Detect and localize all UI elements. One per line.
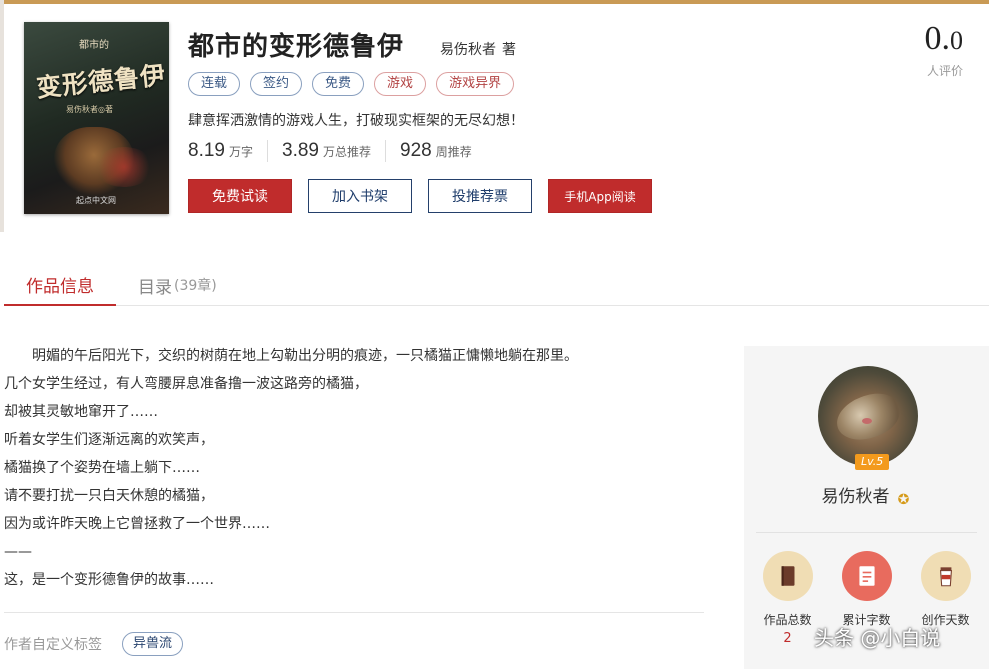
cat-image xyxy=(830,386,906,448)
cover-publisher-text: 起点中文网 xyxy=(76,196,116,205)
book-tags: 连载 签约 免费 游戏 游戏异界 xyxy=(188,72,515,96)
intro-line: 几个女学生经过，有人弯腰屏息准备撸一波这路旁的橘猫， xyxy=(4,376,368,392)
tab-catalog-label: 目录 xyxy=(138,277,172,298)
intro-line: —— xyxy=(4,544,32,560)
tag-game[interactable]: 游戏 xyxy=(374,72,427,96)
tab-catalog-count: (39章) xyxy=(174,278,217,294)
tab-catalog[interactable]: 目录 (39章) xyxy=(116,264,239,306)
stat-weekly-recommend: 928 周推荐 xyxy=(400,140,486,162)
author-suffix: 著 xyxy=(502,42,516,58)
cat-nose xyxy=(862,418,872,424)
book-title: 都市的变形德鲁伊 xyxy=(188,32,405,62)
app-read-button[interactable]: 手机App阅读 xyxy=(548,179,652,213)
document-icon xyxy=(841,551,892,601)
free-read-button[interactable]: 免费试读 xyxy=(188,179,292,213)
intro-line: 却被其灵敏地窜开了…… xyxy=(4,404,158,420)
intro-line: 因为或许昨天晚上它曾拯救了一个世界…… xyxy=(4,516,270,532)
stat-value: 8.19 xyxy=(188,140,225,161)
intro-line: 请不要打扰一只白天休憩的橘猫， xyxy=(4,488,214,504)
rating-block[interactable]: 0.0 人评价 xyxy=(925,20,964,79)
action-buttons: 免费试读 加入书架 投推荐票 手机App阅读 xyxy=(188,179,652,213)
top-accent-strip xyxy=(0,0,989,4)
star-badge-icon: ✪ xyxy=(897,492,910,508)
intro-line: 听着女学生们逐渐远离的欢笑声， xyxy=(4,432,214,448)
cover-top-text: 都市的 xyxy=(79,40,109,51)
book-icon xyxy=(762,551,813,601)
intro-line: 明媚的午后阳光下，交织的树荫在地上勾勒出分明的痕迹，一只橘猫正慵懒地躺在那里。 xyxy=(32,348,578,364)
rating-label: 人评价 xyxy=(926,64,963,78)
author-stat-value: 2 xyxy=(783,631,792,646)
intro-line: 这，是一个变形德鲁伊的故事…… xyxy=(4,572,214,588)
sidebar-divider xyxy=(756,532,977,533)
stat-word-count: 8.19 万字 xyxy=(188,140,268,162)
author-name[interactable]: 易伤秋者 xyxy=(822,487,890,507)
author-name-row: 易伤秋者 ✪ xyxy=(744,482,989,508)
author-custom-tags: 作者自定义标签 异兽流 xyxy=(4,632,184,656)
cover-illustration-accent xyxy=(94,147,154,187)
watermark-text: 头条 @小白说 xyxy=(814,626,941,650)
custom-tags-label: 作者自定义标签 xyxy=(4,637,102,653)
add-to-shelf-button[interactable]: 加入书架 xyxy=(308,179,412,213)
stat-value: 3.89 xyxy=(282,140,319,161)
cover-title-text: 变形德鲁伊 xyxy=(34,60,168,103)
vote-recommend-button[interactable]: 投推荐票 xyxy=(428,179,532,213)
tag-game-otherworld[interactable]: 游戏异界 xyxy=(436,72,515,96)
rating-score: 0.0 xyxy=(925,20,964,58)
tag-signed[interactable]: 签约 xyxy=(250,72,303,96)
stat-total-recommend: 3.89 万总推荐 xyxy=(282,140,386,162)
author-level-badge: Lv.5 xyxy=(855,454,890,470)
intro-divider xyxy=(4,612,704,613)
stat-unit: 万总推荐 xyxy=(322,145,371,159)
stat-unit: 周推荐 xyxy=(435,145,472,159)
tag-free[interactable]: 免费 xyxy=(312,72,365,96)
author-stat-works: 作品总数 2 xyxy=(753,551,823,646)
author-avatar[interactable] xyxy=(818,366,918,466)
tab-bar: 作品信息 目录 (39章) xyxy=(4,264,989,306)
author-stat-label: 作品总数 xyxy=(763,613,812,627)
tab-book-info[interactable]: 作品信息 xyxy=(4,264,116,306)
coffee-cup-icon xyxy=(920,551,971,601)
book-stats: 8.19 万字 3.89 万总推荐 928 周推荐 xyxy=(188,140,500,162)
book-slogan: 肆意挥洒激情的游戏人生，打破现实框架的无尽幻想！ xyxy=(188,113,524,129)
tag-serializing[interactable]: 连载 xyxy=(188,72,241,96)
stat-unit: 万字 xyxy=(228,145,253,159)
cover-author-text: 易伤秋者◎著 xyxy=(66,105,113,114)
rating-score-int: 0. xyxy=(924,20,951,57)
left-border xyxy=(0,0,4,232)
stat-value: 928 xyxy=(400,140,432,161)
book-intro: 明媚的午后阳光下，交织的树荫在地上勾勒出分明的痕迹，一只橘猫正慵懒地躺在那里。 … xyxy=(4,342,704,594)
book-cover[interactable]: 都市的 变形德鲁伊 易伤秋者◎著 起点中文网 xyxy=(24,22,169,214)
rating-score-decimal: 0 xyxy=(950,26,963,55)
author-sidebar: Lv.5 易伤秋者 ✪ 作品总数 2 累计字数 创作天数 xyxy=(744,346,989,669)
author-link[interactable]: 易伤秋者 xyxy=(440,42,496,58)
intro-line: 橘猫换了个姿势在墙上躺下…… xyxy=(4,460,200,476)
book-author: 易伤秋者著 xyxy=(440,39,516,59)
custom-tag[interactable]: 异兽流 xyxy=(122,632,184,656)
